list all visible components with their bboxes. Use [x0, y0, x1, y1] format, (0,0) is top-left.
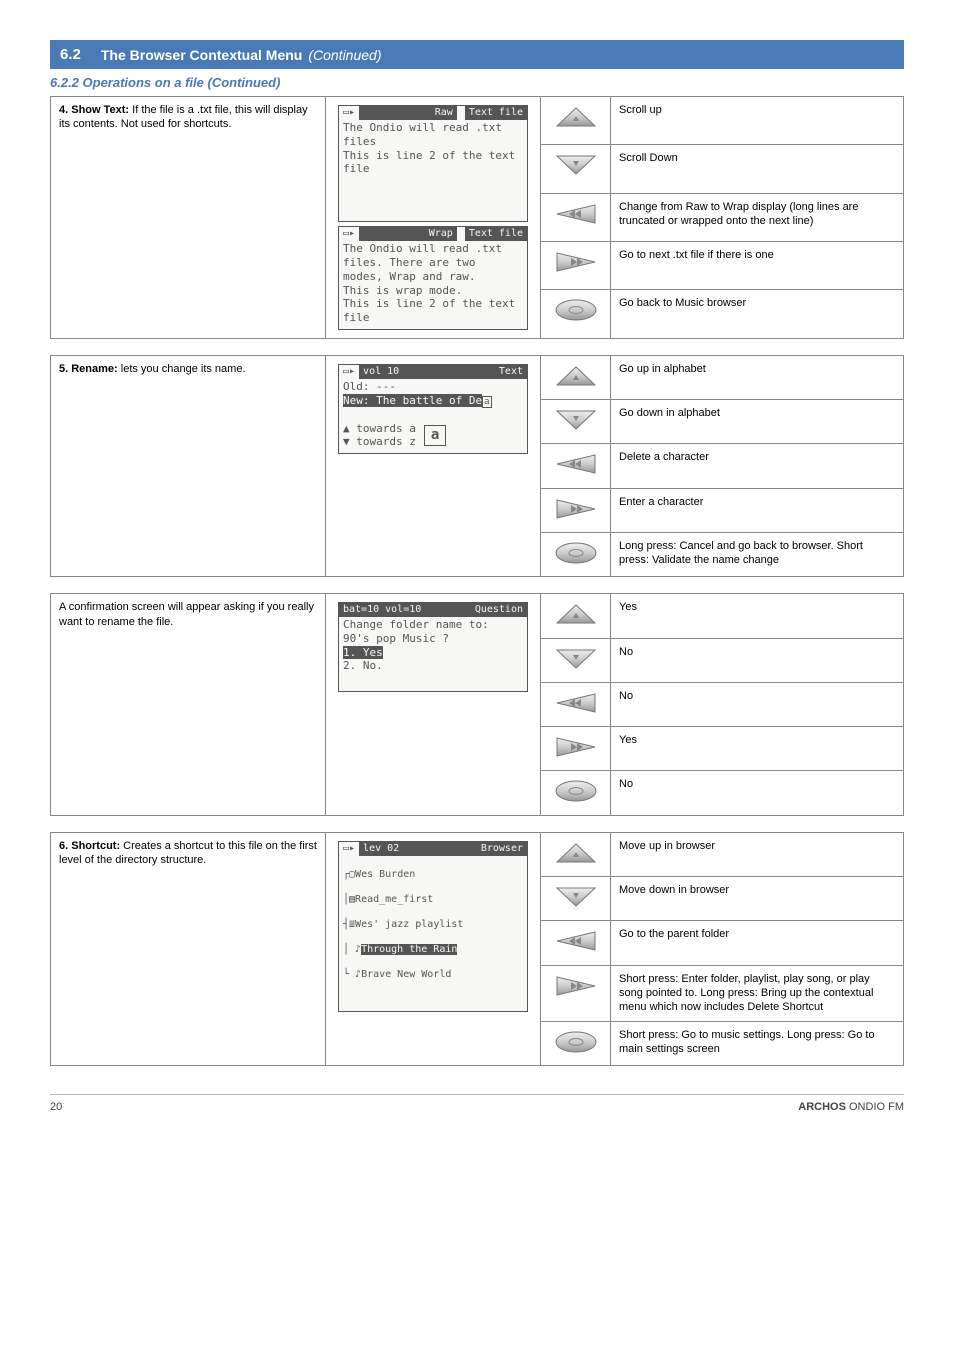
act-up: Yes [611, 594, 904, 638]
table-show-text: 4. Show Text: If the file is a .txt file… [50, 96, 904, 339]
table-rename: 5. Rename: lets you change its name. ▭▸v… [50, 355, 904, 577]
btn-cell-down [541, 145, 611, 193]
menu-button-icon [553, 778, 599, 804]
act-left: No [611, 682, 904, 726]
down-button-icon [553, 646, 599, 672]
desc-cell: A confirmation screen will appear asking… [51, 594, 326, 815]
menu-button-icon [553, 1029, 599, 1055]
item-body: lets you change its name. [118, 363, 246, 375]
right-button-icon [553, 496, 599, 522]
char-box: a [424, 425, 446, 447]
act-menu: No [611, 771, 904, 815]
act-down: Scroll Down [611, 145, 904, 193]
footer-brand: ARCHOS [798, 1101, 846, 1113]
item-head: 4. Show Text: [59, 104, 129, 116]
btn-cell-menu [541, 290, 611, 338]
lcd-raw: ▭▸Raw Text file The Ondio will read .txt… [338, 105, 528, 222]
act-left: Delete a character [611, 444, 904, 488]
lcd-cell: ▭▸lev 02Browser ┌▢Wes Burden │▤Read_me_f… [326, 832, 541, 1065]
btn-cell-left [541, 193, 611, 241]
down-button-icon [553, 884, 599, 910]
left-button-icon [553, 201, 599, 227]
act-down: No [611, 638, 904, 682]
act-menu: Long press: Cancel and go back to browse… [611, 532, 904, 576]
down-button-icon [553, 152, 599, 178]
act-right: Short press: Enter folder, playlist, pla… [611, 965, 904, 1021]
act-menu: Go back to Music browser [611, 290, 904, 338]
act-right: Enter a character [611, 488, 904, 532]
act-up: Move up in browser [611, 832, 904, 876]
act-down: Move down in browser [611, 877, 904, 921]
lcd-rename: ▭▸vol 10Text Old: --- New: The battle of… [338, 364, 528, 454]
lcd-confirm: bat=10 vol=10Question Change folder name… [338, 602, 528, 692]
up-button-icon [553, 363, 599, 389]
desc-cell: 4. Show Text: If the file is a .txt file… [51, 97, 326, 339]
act-up: Go up in alphabet [611, 355, 904, 399]
item-head: 5. Rename: [59, 363, 118, 375]
desc-cell: 5. Rename: lets you change its name. [51, 355, 326, 576]
lcd-cell: bat=10 vol=10Question Change folder name… [326, 594, 541, 815]
menu-button-icon [553, 297, 599, 323]
lcd-cell: ▭▸vol 10Text Old: --- New: The battle of… [326, 355, 541, 576]
up-button-icon [553, 601, 599, 627]
act-left: Change from Raw to Wrap display (long li… [611, 193, 904, 241]
lcd-cell: ▭▸Raw Text file The Ondio will read .txt… [326, 97, 541, 339]
btn-cell-up [541, 97, 611, 145]
act-left: Go to the parent folder [611, 921, 904, 965]
up-button-icon [553, 840, 599, 866]
section-continued: (Continued) [308, 47, 381, 63]
lcd-browser: ▭▸lev 02Browser ┌▢Wes Burden │▤Read_me_f… [338, 841, 528, 1012]
section-header: 6.2 The Browser Contextual Menu (Continu… [50, 40, 904, 69]
left-button-icon [553, 928, 599, 954]
right-button-icon [553, 734, 599, 760]
left-button-icon [553, 451, 599, 477]
page-footer: 20 ARCHOS ONDIO FM [50, 1094, 904, 1113]
act-menu: Short press: Go to music settings. Long … [611, 1021, 904, 1065]
item-head: 6. Shortcut: [59, 840, 120, 852]
up-button-icon [553, 104, 599, 130]
page-number: 20 [50, 1101, 62, 1113]
section-number: 6.2 [60, 46, 81, 63]
left-button-icon [553, 690, 599, 716]
btn-cell-right [541, 242, 611, 290]
table-shortcut: 6. Shortcut: Creates a shortcut to this … [50, 832, 904, 1066]
table-confirm: A confirmation screen will appear asking… [50, 593, 904, 815]
act-down: Go down in alphabet [611, 400, 904, 444]
down-button-icon [553, 407, 599, 433]
act-right: Go to next .txt file if there is one [611, 242, 904, 290]
section-title: The Browser Contextual Menu [101, 47, 302, 63]
desc-cell: 6. Shortcut: Creates a shortcut to this … [51, 832, 326, 1065]
right-button-icon [553, 973, 599, 999]
footer-model: ONDIO FM [849, 1101, 904, 1113]
act-right: Yes [611, 727, 904, 771]
act-up: Scroll up [611, 97, 904, 145]
right-button-icon [553, 249, 599, 275]
lcd-wrap: ▭▸Wrap Text file The Ondio will read .tx… [338, 226, 528, 330]
menu-button-icon [553, 540, 599, 566]
subsection-title: 6.2.2 Operations on a file (Continued) [50, 75, 904, 90]
